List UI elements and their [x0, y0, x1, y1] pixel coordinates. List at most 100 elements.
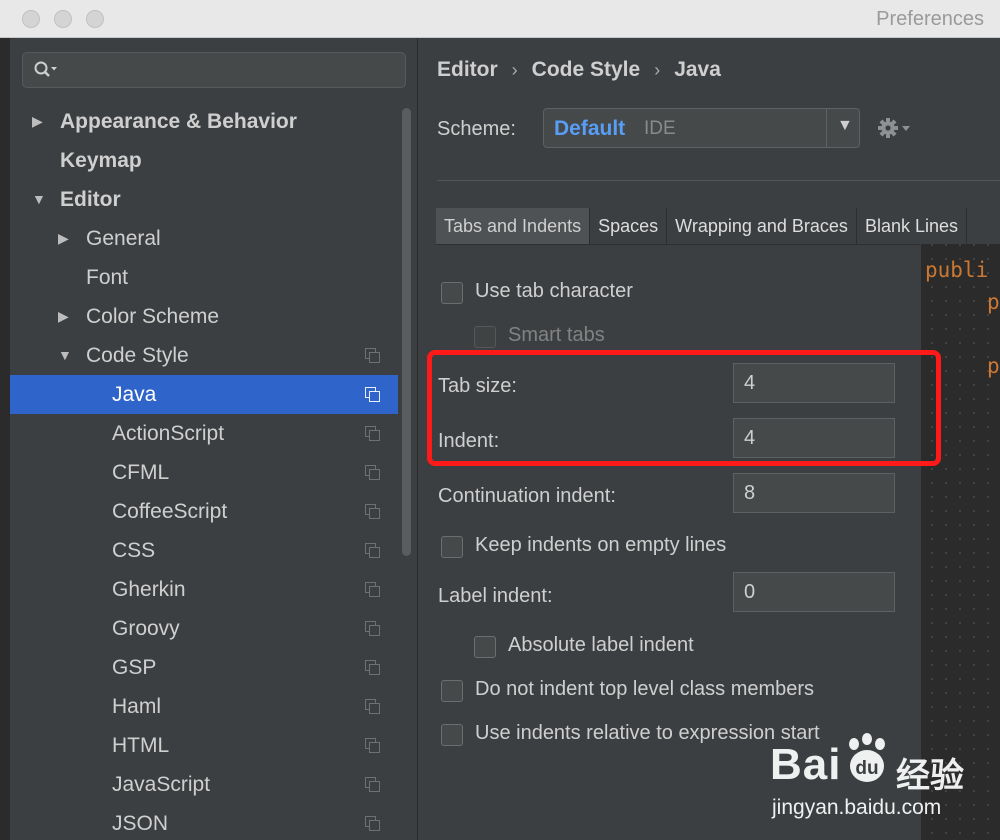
sidebar-item-editor[interactable]: ▼ Editor [10, 180, 398, 219]
breadcrumb-separator: › [654, 60, 661, 80]
absolute-label-indent-checkbox[interactable] [474, 636, 496, 658]
use-tab-character-label: Use tab character [475, 280, 633, 302]
sidebar-item-appearance-behavior[interactable]: ▶ Appearance & Behavior [10, 102, 398, 141]
expanded-arrow-icon[interactable]: ▼ [58, 336, 72, 375]
breadcrumb-code-style[interactable]: Code Style [532, 58, 641, 81]
settings-sidebar: ▶ Appearance & Behavior Keymap ▼ Editor ▶ Gene… [10, 38, 418, 840]
sidebar-item-java[interactable]: Java [10, 375, 398, 414]
scheme-name: Default [554, 117, 626, 140]
sidebar-item-cfml[interactable]: CFML [10, 453, 398, 492]
scheme-label: Scheme: [437, 118, 516, 140]
code-line: p [987, 354, 1000, 378]
sidebar-item-groovy[interactable]: Groovy [10, 609, 398, 648]
copy-scheme-icon [365, 465, 381, 481]
collapsed-arrow-icon[interactable]: ▶ [58, 219, 69, 258]
sidebar-item-coffeescript[interactable]: CoffeeScript [10, 492, 398, 531]
sidebar-item-label: Haml [112, 695, 162, 718]
copy-scheme-icon [365, 426, 381, 442]
copy-scheme-icon [365, 699, 381, 715]
copy-scheme-icon [365, 660, 381, 676]
sidebar-item-label: Font [86, 266, 129, 289]
sidebar-item-javascript[interactable]: JavaScript [10, 765, 398, 804]
smart-tabs-label: Smart tabs [508, 324, 605, 346]
code-line: publi [925, 258, 989, 282]
search-icon [34, 61, 57, 77]
watermark-brand: Bai [770, 740, 842, 789]
sidebar-item-gherkin[interactable]: Gherkin [10, 570, 398, 609]
no-indent-top-level-checkbox[interactable] [441, 680, 463, 702]
red-annotation-box [427, 350, 941, 466]
smart-tabs-checkbox[interactable] [474, 326, 496, 348]
window-title: Preferences [876, 8, 984, 30]
collapsed-arrow-icon[interactable]: ▶ [58, 297, 69, 336]
sidebar-item-html[interactable]: HTML [10, 726, 398, 765]
collapsed-arrow-icon[interactable]: ▶ [32, 102, 43, 141]
no-indent-top-level-label: Do not indent top level class members [475, 678, 815, 700]
breadcrumb-separator: › [511, 60, 518, 80]
sidebar-item-label: Color Scheme [86, 305, 220, 328]
copy-scheme-icon [365, 348, 381, 364]
scheme-dropdown[interactable]: Default IDE ▼ [543, 108, 860, 148]
sidebar-item-label: JSON [112, 812, 169, 835]
continuation-indent-label: Continuation indent: [438, 485, 616, 507]
sidebar-item-label: Editor [60, 188, 121, 211]
continuation-indent-input[interactable]: 8 [733, 473, 895, 513]
sidebar-item-keymap[interactable]: Keymap [10, 141, 398, 180]
scheme-tag: IDE [644, 118, 676, 139]
sidebar-item-label: ActionScript [112, 422, 225, 445]
sidebar-item-label: Appearance & Behavior [60, 110, 297, 133]
scheme-divider [826, 109, 827, 147]
tab-blank-lines[interactable]: Blank Lines [857, 208, 967, 244]
watermark-cn: 经验 [896, 757, 964, 795]
sidebar-item-code-style[interactable]: ▼ Code Style [10, 336, 398, 375]
sidebar-item-haml[interactable]: Haml [10, 687, 398, 726]
sidebar-item-label: JavaScript [112, 773, 211, 796]
copy-scheme-icon [365, 582, 381, 598]
tab-wrapping-and-braces[interactable]: Wrapping and Braces [667, 208, 857, 244]
copy-scheme-icon [365, 777, 381, 793]
zoom-window-button[interactable] [86, 10, 104, 28]
breadcrumb-editor[interactable]: Editor [437, 58, 498, 81]
settings-panel: Editor › Code Style › Java Scheme: Default I… [419, 38, 1000, 840]
copy-scheme-icon [365, 816, 381, 832]
search-field[interactable] [22, 52, 406, 88]
sidebar-item-label: GSP [112, 656, 157, 679]
use-tab-character-checkbox[interactable] [441, 282, 463, 304]
relative-indents-checkbox[interactable] [441, 724, 463, 746]
sidebar-item-general[interactable]: ▶ General [10, 219, 398, 258]
chevron-down-icon[interactable]: ▼ [837, 117, 853, 135]
sidebar-item-label: Keymap [60, 149, 142, 172]
sidebar-item-color-scheme[interactable]: ▶ Color Scheme [10, 297, 398, 336]
sidebar-item-actionscript[interactable]: ActionScript [10, 414, 398, 453]
keep-indents-checkbox[interactable] [441, 536, 463, 558]
expanded-arrow-icon[interactable]: ▼ [32, 180, 46, 219]
copy-scheme-icon [365, 543, 381, 559]
breadcrumb: Editor › Code Style › Java [437, 58, 721, 82]
baidu-watermark: Bai du 经验 jingyan.baidu.com [770, 733, 1000, 840]
keep-indents-label: Keep indents on empty lines [475, 534, 727, 556]
label-indent-label: Label indent: [438, 585, 553, 607]
sidebar-item-font[interactable]: Font [10, 258, 398, 297]
sidebar-item-label: Gherkin [112, 578, 186, 601]
sidebar-item-css[interactable]: CSS [10, 531, 398, 570]
tab-tabs-and-indents[interactable]: Tabs and Indents [436, 208, 591, 244]
copy-scheme-icon [365, 621, 381, 637]
sidebar-scrollbar[interactable] [402, 108, 411, 556]
minimize-window-button[interactable] [54, 10, 72, 28]
sidebar-item-label: Groovy [112, 617, 180, 640]
gear-icon[interactable] [877, 116, 913, 140]
sidebar-item-gsp[interactable]: GSP [10, 648, 398, 687]
relative-indents-label: Use indents relative to expression start [475, 722, 820, 744]
breadcrumb-java: Java [674, 58, 721, 81]
sidebar-item-label: General [86, 227, 161, 250]
absolute-label-indent-label: Absolute label indent [508, 634, 694, 656]
label-indent-input[interactable]: 0 [733, 572, 895, 612]
paw-icon: du [849, 733, 885, 782]
sidebar-item-label: HTML [112, 734, 170, 757]
sidebar-item-label: CFML [112, 461, 170, 484]
close-window-button[interactable] [22, 10, 40, 28]
tab-spaces[interactable]: Spaces [590, 208, 668, 244]
sidebar-item-label: CoffeeScript [112, 500, 228, 523]
sidebar-item-json[interactable]: JSON [10, 804, 398, 840]
sidebar-item-label: Code Style [86, 344, 189, 367]
